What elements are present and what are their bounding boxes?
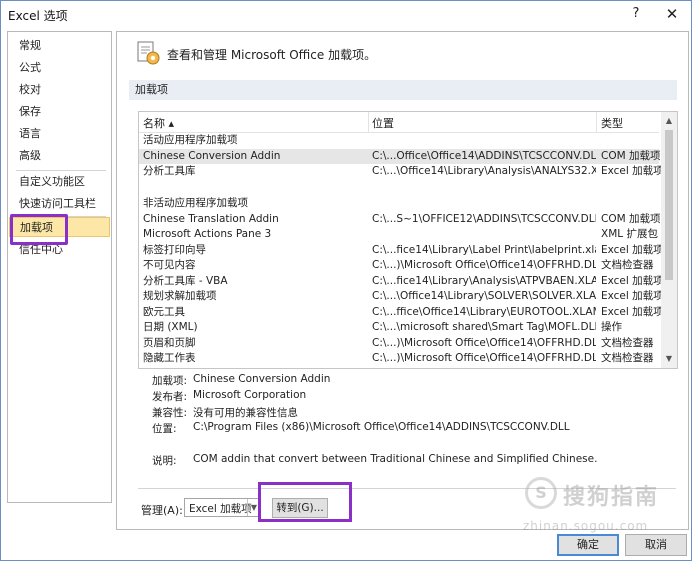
- row-name: 欧元工具: [143, 306, 185, 318]
- row-name: 页眉和页脚: [143, 337, 196, 349]
- addins-list[interactable]: 名称 ▴ 位置 类型 活动应用程序加载项 Chinese Conversion …: [138, 111, 678, 369]
- row-name: 分析工具库: [143, 165, 196, 177]
- row-type: COM 加载项: [601, 150, 661, 162]
- addin-gear-icon: [137, 41, 160, 65]
- column-header-location[interactable]: 位置: [372, 115, 394, 131]
- detail-publisher-label: 发布者:: [152, 391, 188, 403]
- nav-item-language[interactable]: 语言: [9, 124, 110, 144]
- excel-options-dialog: Excel 选项 ? ✕ 常规 公式 校对 保存 语言 高级 自定义功能区 快速…: [0, 0, 692, 561]
- row-location: C:\...fice14\Library\Analysis\ATPVBAEN.X…: [372, 275, 596, 287]
- detail-desc-value: COM addin that convert between Tradition…: [193, 453, 598, 465]
- row-name: 隐藏工作表: [143, 352, 196, 364]
- column-divider: [596, 112, 597, 132]
- row-name: 不可见内容: [143, 259, 196, 271]
- row-name: Chinese Conversion Addin: [143, 150, 281, 162]
- scroll-down-arrow-icon[interactable]: ▼: [661, 352, 677, 366]
- row-type: 文档检查器: [601, 352, 654, 364]
- help-button[interactable]: ?: [626, 4, 646, 24]
- nav-item-advanced[interactable]: 高级: [9, 146, 110, 166]
- annotation-highlight-box: [10, 214, 68, 245]
- row-name: Microsoft Actions Pane 3: [143, 228, 272, 240]
- nav-item-proofing[interactable]: 校对: [9, 80, 110, 100]
- table-row[interactable]: 标签打印向导 C:\...fice14\Library\Label Print\…: [139, 243, 661, 258]
- table-row[interactable]: 不可见内容 C:\...)\Microsoft Office\Office14\…: [139, 258, 659, 273]
- row-location: C:\...)\Microsoft Office\Office14\OFFRHD…: [372, 352, 596, 364]
- table-row[interactable]: Chinese Conversion Addin C:\...Office\Of…: [139, 149, 661, 164]
- manage-select-value: Excel 加载项: [189, 503, 252, 515]
- scroll-up-arrow-icon[interactable]: ▲: [661, 114, 677, 128]
- table-row[interactable]: 隐藏工作表 C:\...)\Microsoft Office\Office14\…: [139, 351, 659, 366]
- row-location: C:\...S~1\OFFICE12\ADDINS\TCSCCONV.DLL: [372, 213, 596, 225]
- row-location: C:\...\Office14\Library\SOLVER\SOLVER.XL…: [372, 290, 596, 302]
- close-button[interactable]: ✕: [661, 4, 683, 24]
- window-title: Excel 选项: [8, 9, 68, 23]
- row-location: C:\...fice14\Library\Label Print\labelpr…: [372, 244, 596, 256]
- table-row[interactable]: 页眉和页脚 C:\...)\Microsoft Office\Office14\…: [139, 336, 659, 351]
- row-location: C:\...\Office14\Library\Analysis\ANALYS3…: [372, 165, 596, 177]
- row-name: 分析工具库 - VBA: [143, 275, 228, 287]
- cancel-button[interactable]: 取消: [625, 534, 687, 556]
- row-type: Excel 加载项: [601, 165, 661, 177]
- detail-addin-value: Chinese Conversion Addin: [193, 373, 331, 385]
- column-header-name[interactable]: 名称 ▴: [143, 115, 174, 131]
- group-label-inactive: 非活动应用程序加载项: [143, 197, 248, 209]
- table-row[interactable]: 分析工具库 C:\...\Office14\Library\Analysis\A…: [139, 164, 661, 179]
- detail-location-label: 位置:: [152, 423, 177, 435]
- nav-divider: [16, 170, 106, 171]
- nav-item-customize-ribbon[interactable]: 自定义功能区: [9, 172, 110, 192]
- manage-select[interactable]: Excel 加载项 ▼: [184, 498, 261, 517]
- row-name: 规划求解加载项: [143, 290, 217, 302]
- row-type: COM 加载项: [601, 213, 661, 225]
- section-header: 加载项: [129, 80, 677, 100]
- row-type: XML 扩展包: [601, 228, 658, 240]
- row-type: Excel 加载项: [601, 244, 661, 256]
- detail-publisher-value: Microsoft Corporation: [193, 389, 307, 401]
- scroll-thumb[interactable]: [665, 130, 673, 280]
- table-row[interactable]: Chinese Translation Addin C:\...S~1\OFFI…: [139, 212, 661, 227]
- manage-label: 管理(A):: [141, 504, 183, 517]
- table-row[interactable]: 日期 (XML) C:\...\microsoft shared\Smart T…: [139, 320, 659, 335]
- detail-addin-label: 加载项:: [152, 375, 188, 387]
- title-bar: Excel 选项 ? ✕: [1, 1, 691, 27]
- manage-divider: [138, 488, 676, 489]
- row-name: Chinese Translation Addin: [143, 213, 279, 225]
- vertical-scrollbar[interactable]: ▲ ▼: [661, 112, 677, 368]
- row-type: 操作: [601, 321, 622, 333]
- group-label-active: 活动应用程序加载项: [143, 134, 238, 146]
- detail-compat-value: 没有可用的兼容性信息: [193, 407, 298, 419]
- row-name: 标签打印向导: [143, 244, 206, 256]
- ok-button[interactable]: 确定: [557, 534, 619, 556]
- row-location: C:\...)\Microsoft Office\Office14\OFFRHD…: [372, 337, 596, 349]
- row-type: Excel 加载项: [601, 275, 661, 287]
- list-header: 名称 ▴ 位置 类型: [139, 112, 659, 133]
- table-row[interactable]: 分析工具库 - VBA C:\...fice14\Library\Analysi…: [139, 274, 661, 289]
- row-location: C:\...\microsoft shared\Smart Tag\MOFL.D…: [372, 321, 596, 333]
- row-type: Excel 加载项: [601, 290, 661, 302]
- column-header-type[interactable]: 类型: [601, 115, 623, 131]
- column-divider: [368, 112, 369, 132]
- nav-item-save[interactable]: 保存: [9, 102, 110, 122]
- row-location: C:\...)\Microsoft Office\Office14\OFFRHD…: [372, 259, 596, 271]
- annotation-highlight-box: [258, 482, 352, 522]
- nav-item-formulas[interactable]: 公式: [9, 58, 110, 78]
- table-row[interactable]: Microsoft Actions Pane 3 XML 扩展包: [139, 227, 659, 242]
- row-location: C:\...ffice\Office14\Library\EUROTOOL.XL…: [372, 306, 596, 318]
- addins-panel: 查看和管理 Microsoft Office 加载项。 加载项 名称 ▴ 位置 …: [116, 31, 689, 530]
- row-type: 文档检查器: [601, 337, 654, 349]
- options-nav: 常规 公式 校对 保存 语言 高级 自定义功能区 快速访问工具栏 加载项 信任中…: [7, 31, 112, 503]
- table-row[interactable]: 规划求解加载项 C:\...\Office14\Library\SOLVER\S…: [139, 289, 661, 304]
- table-row[interactable]: 欧元工具 C:\...ffice\Office14\Library\EUROTO…: [139, 305, 661, 320]
- nav-item-general[interactable]: 常规: [9, 36, 110, 56]
- row-type: Excel 加载项: [601, 306, 661, 318]
- row-name: 日期 (XML): [143, 321, 198, 333]
- row-type: 文档检查器: [601, 259, 654, 271]
- detail-compat-label: 兼容性:: [152, 407, 188, 419]
- detail-desc-label: 说明:: [152, 455, 177, 467]
- nav-item-quick-access-toolbar[interactable]: 快速访问工具栏: [9, 194, 110, 214]
- panel-title: 查看和管理 Microsoft Office 加载项。: [167, 48, 377, 62]
- detail-location-value: C:\Program Files (x86)\Microsoft Office\…: [193, 421, 570, 433]
- row-location: C:\...Office\Office14\ADDINS\TCSCCONV.DL…: [372, 150, 596, 162]
